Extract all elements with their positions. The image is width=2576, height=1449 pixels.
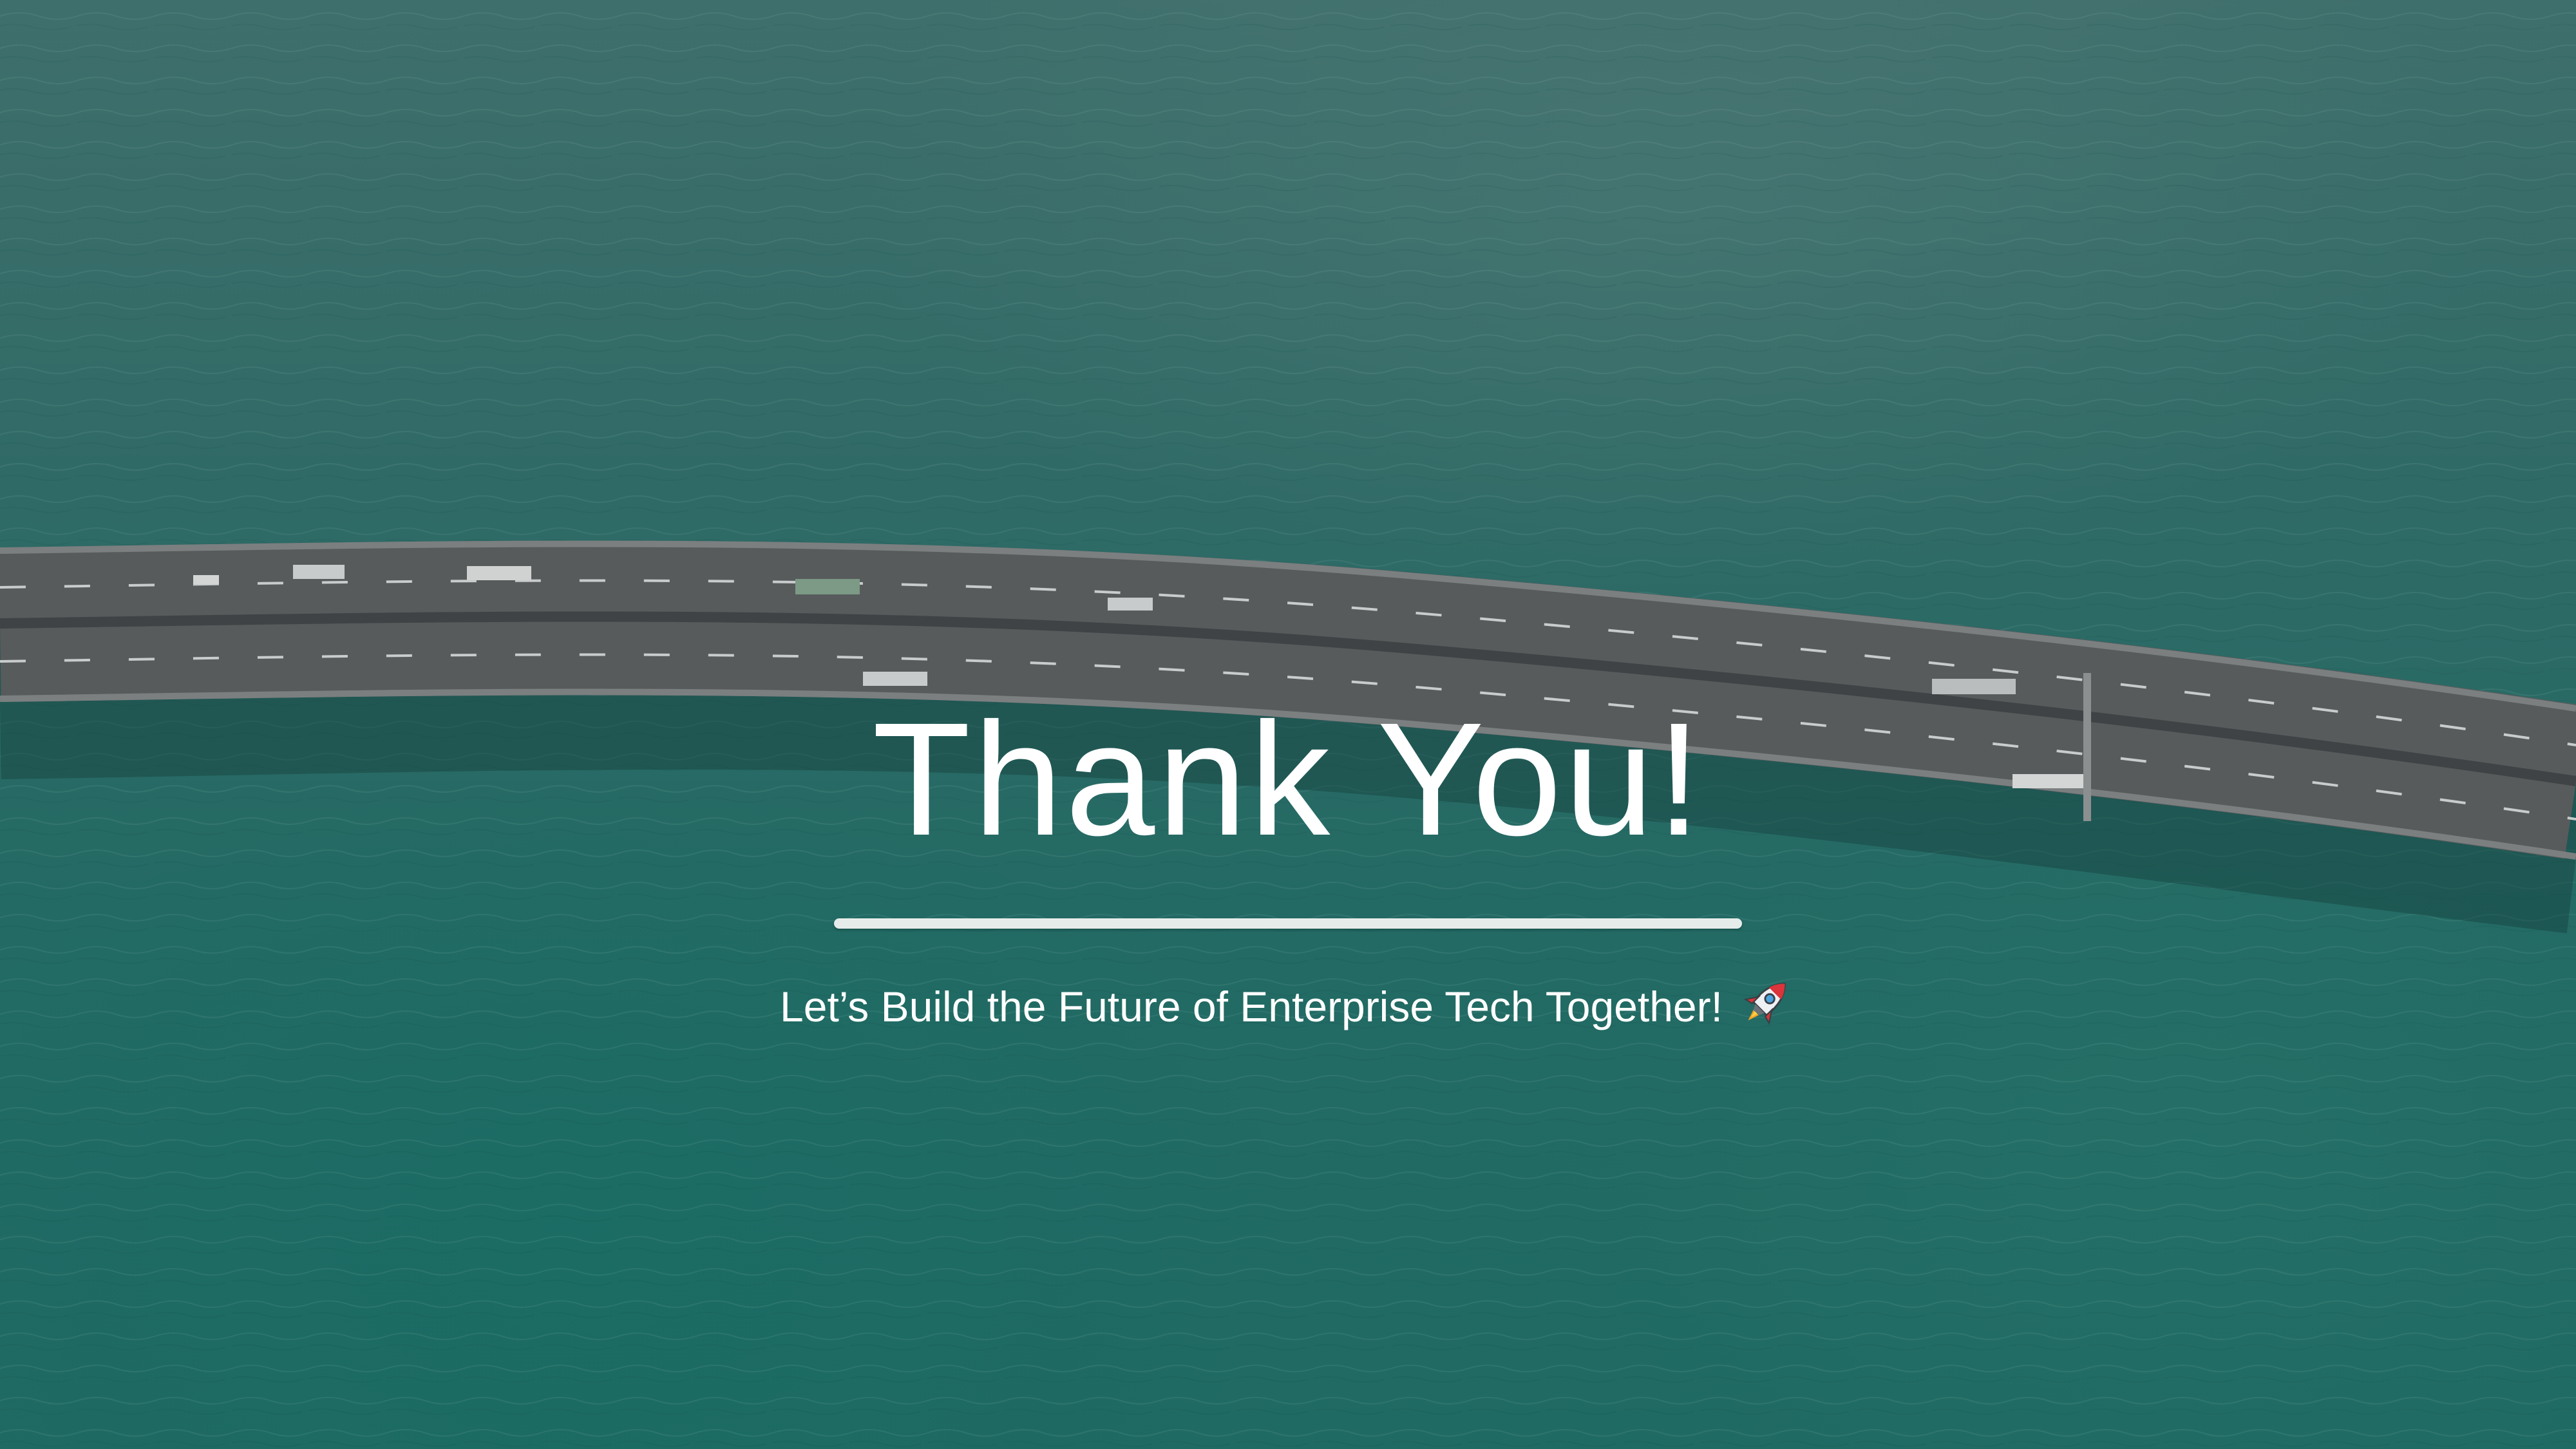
- title-divider: [834, 918, 1742, 929]
- slide-subtitle-line: Let’s Build the Future of Enterprise Tec…: [0, 972, 2576, 1039]
- slide-title: Thank You!: [872, 689, 1704, 869]
- rocket-icon: [1743, 983, 1786, 1025]
- thank-you-slide: Thank You! Let’s Build the Future of Ent…: [0, 0, 2576, 1449]
- slide-subtitle: Let’s Build the Future of Enterprise Tec…: [780, 983, 1723, 1030]
